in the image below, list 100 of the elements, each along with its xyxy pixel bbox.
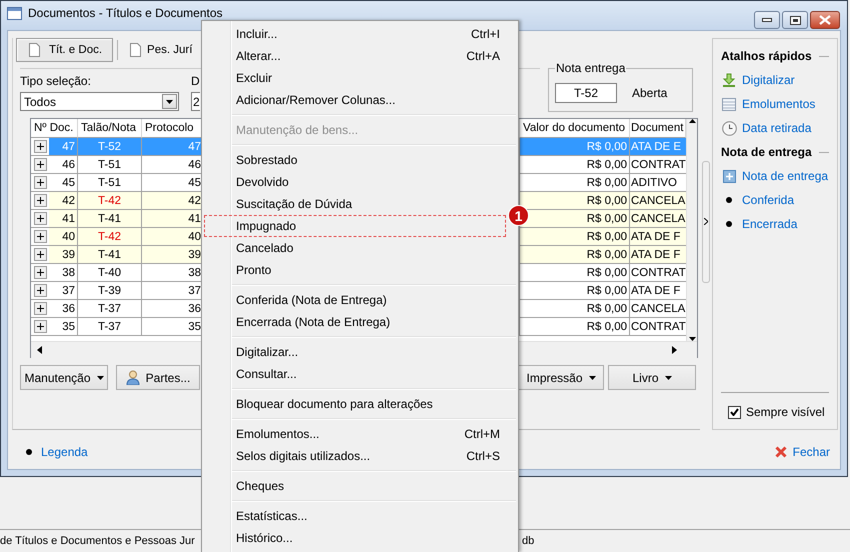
menu-item[interactable]: Suscitação de Dúvida [204,193,506,215]
expand-button[interactable] [34,158,46,171]
link[interactable]: Encerrada [742,217,798,231]
menu-item[interactable]: Bloquear documento para alterações [204,393,506,415]
scroll-right-icon[interactable] [672,346,677,354]
table-cell: T-39 [78,282,142,300]
table-cell: R$ 0,00 [520,138,630,156]
button[interactable]: Partes... [116,365,200,390]
menu-item[interactable]: Incluir... Ctrl+I [204,23,506,45]
minimize-button[interactable] [754,11,780,29]
menu-item[interactable]: Cancelado [204,237,506,259]
scrollbar[interactable] [686,119,697,341]
menu-item[interactable]: Digitalizar... [204,341,506,363]
table-cell: R$ 0,00 [520,300,630,318]
expand-button[interactable] [34,248,46,261]
expand-button[interactable] [34,302,46,315]
scroll-left-icon[interactable] [37,346,42,354]
menu-item[interactable]: Histórico... [204,527,506,549]
button[interactable]: Impressão [518,365,604,390]
table-cell: 46 [49,156,78,174]
menu-item[interactable]: Emolumentos... Ctrl+M [204,423,506,445]
link[interactable]: Fechar [792,445,830,459]
splitter-handle[interactable] [702,160,710,282]
menu-item[interactable]: Sobrestado [204,149,506,171]
table-cell: 47 [49,138,78,156]
expand-button[interactable] [34,176,46,189]
caret-icon [588,376,596,380]
tab[interactable]: Tít. e Doc. [16,38,114,62]
table-cell: T-51 [78,156,142,174]
table-cell: 37 [49,282,78,300]
link[interactable]: Emolumentos [742,97,816,111]
table-cell: 39 [49,246,78,264]
menu-item[interactable]: Selos digitais utilizados... Ctrl+S [204,445,506,467]
field-label: Tipo seleção: [20,74,92,88]
caret-icon [96,376,104,380]
plus-icon [36,323,44,330]
plus-icon [36,251,44,258]
callout-badge: 1 [508,205,529,226]
window-icon [7,7,22,20]
close-button[interactable] [810,11,840,29]
table-icon [722,98,736,110]
menu-item[interactable]: Adicionar/Remover Colunas... [204,89,506,111]
bullet-icon [726,221,732,227]
status-text: db [522,534,534,546]
scroll-up-icon[interactable] [688,119,696,123]
window-title: Documentos - Títulos e Documentos [28,7,223,20]
minimize-icon [762,18,772,22]
menu-item[interactable]: Consultar... [204,363,506,385]
clock-icon [722,120,736,136]
table-cell: 38 [49,264,78,282]
link[interactable]: Legenda [41,445,88,459]
document-icon [130,43,142,57]
combo-box[interactable]: Todos [20,92,179,111]
caret-icon [166,100,173,104]
expand-button[interactable] [34,284,46,297]
input-field[interactable]: T-52 [555,83,617,103]
expand-button[interactable] [34,320,46,333]
expand-button[interactable] [34,194,46,207]
button[interactable]: Manutenção [20,365,108,390]
menu-item[interactable]: Cheques [204,475,506,497]
plus-icon [36,161,44,168]
check-icon [730,408,739,416]
menu-item[interactable]: Pronto [204,259,506,281]
menu-item[interactable]: Impugnado [204,215,506,237]
bullet-icon [726,197,732,203]
maximize-button[interactable] [782,11,808,29]
menu-item[interactable]: Excluir [204,67,506,89]
menu-item[interactable]: Encerrada (Nota de Entrega) [204,311,506,333]
menu-item[interactable]: Devolvido [204,171,506,193]
link[interactable]: Nota de entrega [742,169,828,183]
button[interactable]: Livro [608,365,696,390]
shortcut-label: Ctrl+M [464,427,500,441]
shortcut-label: Ctrl+S [466,449,500,463]
close-icon [774,446,787,458]
expand-button[interactable] [34,140,46,153]
table-cell: R$ 0,00 [520,264,630,282]
link[interactable]: Data retirada [742,121,812,135]
table-cell: T-37 [78,318,142,336]
tab[interactable]: Pes. Jurí [122,38,194,62]
group-label: Nota entrega [555,61,626,75]
plus-icon [36,269,44,276]
menu-item[interactable]: Conferida (Nota de Entrega) [204,289,506,311]
expand-button[interactable] [34,212,46,225]
table-cell: R$ 0,00 [520,246,630,264]
checkbox[interactable] [728,406,741,418]
expand-button[interactable] [34,266,46,279]
document-icon [29,43,40,57]
link[interactable]: Digitalizar [742,73,795,87]
chevron-icon [704,218,708,225]
input-field[interactable]: 2 [191,92,200,111]
menu-item[interactable]: Estatísticas... [204,505,506,527]
link[interactable]: Conferida [742,193,794,207]
plus-icon [36,179,44,186]
table-cell: T-37 [78,300,142,318]
shortcut-label: Ctrl+A [466,49,500,63]
menu-item[interactable]: Alterar... Ctrl+A [204,45,506,67]
section-header: Nota de entrega [721,140,829,164]
plus-icon [36,215,44,222]
plus-icon [36,305,44,312]
expand-button[interactable] [34,230,46,243]
